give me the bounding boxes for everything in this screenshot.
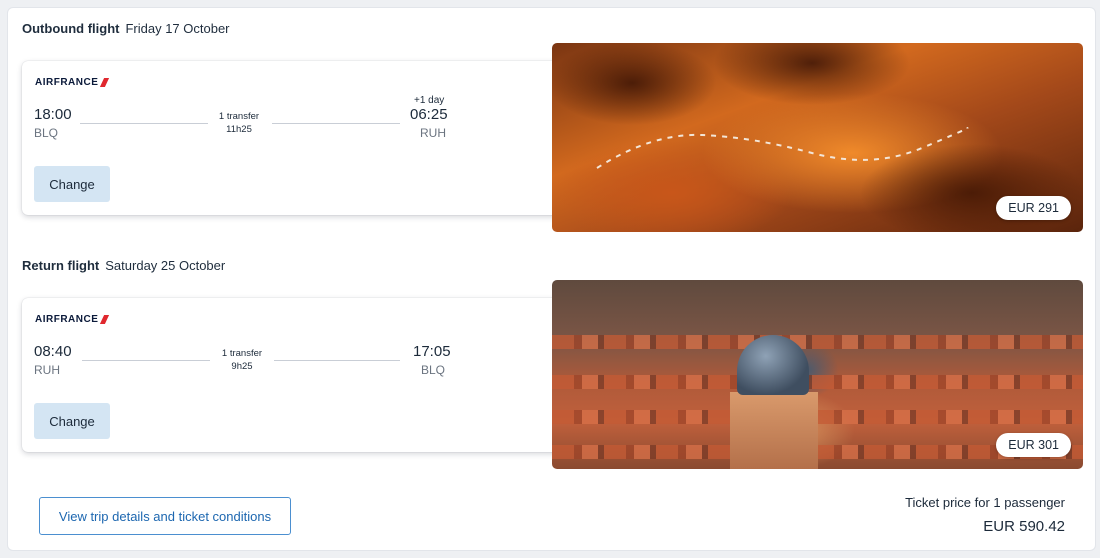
destination-image-bologna: EUR 301 [552, 280, 1083, 469]
departure-time: 18:00 [34, 106, 72, 123]
arrival-code: BLQ [421, 363, 446, 377]
outbound-section-title: Outbound flight Friday 17 October [22, 21, 230, 36]
airline-name: AIRFRANCE [35, 77, 99, 88]
church-facade [730, 392, 818, 469]
day-offset: +1 day [414, 95, 445, 106]
outbound-flight-card: AIRFRANCE 18:00 BLQ 1 transfer 11h25 +1 … [22, 61, 562, 215]
rooftops [552, 335, 1083, 349]
arrival-code: RUH [420, 126, 446, 140]
departure-time: 08:40 [34, 343, 72, 360]
return-flight-card: AIRFRANCE 08:40 RUH 1 transfer 9h25 17:0… [22, 298, 562, 452]
departure-code: RUH [34, 363, 60, 377]
outbound-date: Friday 17 October [125, 21, 230, 36]
route-line-left [80, 123, 208, 124]
arrival-time: 06:25 [410, 106, 448, 123]
change-outbound-button[interactable]: Change [34, 166, 110, 202]
route-line-left [82, 360, 210, 361]
arrival-time: 17:05 [413, 343, 451, 360]
destination-image-riyadh: EUR 291 [552, 43, 1083, 232]
departure-code: BLQ [34, 126, 59, 140]
return-heading: Return flight [22, 258, 100, 273]
return-section-title: Return flight Saturday 25 October [22, 258, 225, 273]
transfer-count: 1 transfer [218, 111, 260, 122]
airline-logo: AIRFRANCE [35, 77, 110, 88]
ticket-price-label: Ticket price for 1 passenger [905, 495, 1065, 510]
route-line-right [272, 123, 400, 124]
airline-slash-icon [100, 315, 110, 324]
transfer-info: 1 transfer 9h25 [202, 347, 282, 373]
airline-slash-icon [100, 78, 110, 87]
flight-duration: 9h25 [231, 361, 253, 372]
change-return-button[interactable]: Change [34, 403, 110, 439]
outbound-heading: Outbound flight [22, 21, 120, 36]
airline-name: AIRFRANCE [35, 314, 99, 325]
view-trip-details-button[interactable]: View trip details and ticket conditions [39, 497, 291, 535]
route-line-right [274, 360, 400, 361]
transfer-count: 1 transfer [221, 348, 263, 359]
caravan-trail-icon [596, 127, 969, 169]
ticket-total-price: EUR 590.42 [983, 518, 1065, 535]
transfer-info: 1 transfer 11h25 [199, 110, 279, 136]
return-date: Saturday 25 October [105, 258, 226, 273]
airline-logo: AIRFRANCE [35, 314, 110, 325]
rooftops [552, 375, 1083, 389]
return-price-badge: EUR 301 [996, 433, 1071, 457]
flight-duration: 11h25 [226, 124, 252, 135]
outbound-price-badge: EUR 291 [996, 196, 1071, 220]
